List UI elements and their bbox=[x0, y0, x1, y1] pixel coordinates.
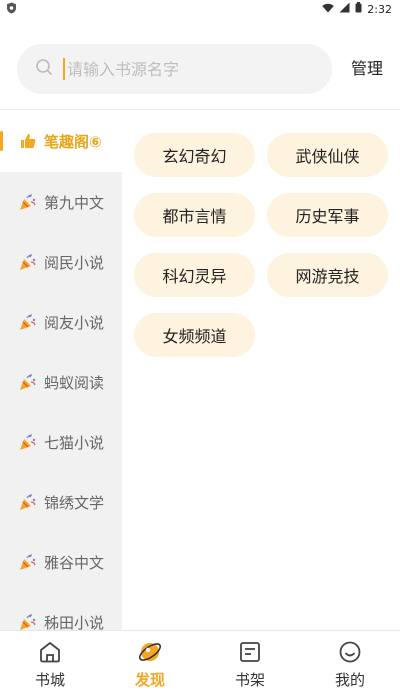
search-input[interactable] bbox=[63, 58, 303, 80]
party-popper-icon bbox=[18, 252, 38, 272]
status-time: 2:32 bbox=[367, 2, 392, 16]
sidebar-item-label: 阅民小说 bbox=[44, 253, 105, 272]
nav-label: 发现 bbox=[134, 671, 165, 689]
party-popper-icon bbox=[18, 312, 38, 332]
thumbs-up-icon bbox=[18, 131, 38, 151]
party-popper-icon bbox=[18, 192, 38, 212]
sidebar-item-label: 蚂蚁阅读 bbox=[44, 373, 105, 392]
party-popper-icon bbox=[18, 372, 38, 392]
profile-icon bbox=[337, 639, 363, 665]
sidebar-item-biquge[interactable]: 笔趣阁⑥ bbox=[0, 110, 122, 172]
sidebar-item-label: 阅友小说 bbox=[44, 313, 105, 332]
sidebar-item-mayi[interactable]: 蚂蚁阅读 bbox=[0, 352, 122, 412]
shield-icon bbox=[6, 2, 17, 17]
search-icon bbox=[35, 58, 53, 80]
sidebar-item-zitian[interactable]: 秭田小说 bbox=[0, 592, 122, 630]
signal-icon bbox=[339, 2, 350, 16]
home-icon bbox=[37, 639, 63, 665]
tag-nvpin[interactable]: 女频频道 bbox=[134, 313, 255, 357]
sidebar-item-yuemin[interactable]: 阅民小说 bbox=[0, 232, 122, 292]
sidebar-item-label: 七猫小说 bbox=[44, 433, 105, 452]
sidebar-item-jinxiu[interactable]: 锦绣文学 bbox=[0, 472, 122, 532]
status-bar: 2:32 bbox=[0, 0, 400, 18]
tag-kehuan[interactable]: 科幻灵异 bbox=[134, 253, 255, 297]
battery-icon bbox=[355, 2, 362, 16]
tag-xuanhuan[interactable]: 玄幻奇幻 bbox=[134, 133, 255, 177]
sidebar-item-label: 锦绣文学 bbox=[44, 493, 105, 512]
party-popper-icon bbox=[18, 552, 38, 572]
tag-wangyou[interactable]: 网游竞技 bbox=[267, 253, 388, 297]
nav-label: 书架 bbox=[234, 671, 265, 689]
bottom-nav: 书城 发现 书架 我的 bbox=[0, 630, 400, 700]
tag-lishi[interactable]: 历史军事 bbox=[267, 193, 388, 237]
tag-dushi[interactable]: 都市言情 bbox=[134, 193, 255, 237]
manage-button[interactable]: 管理 bbox=[344, 54, 390, 84]
discover-icon bbox=[137, 639, 163, 665]
nav-item-profile[interactable]: 我的 bbox=[300, 631, 400, 700]
tag-wuxia[interactable]: 武侠仙侠 bbox=[267, 133, 388, 177]
sidebar-item-label: 第九中文 bbox=[44, 193, 105, 212]
sidebar-item-yagu[interactable]: 雅谷中文 bbox=[0, 532, 122, 592]
sidebar-item-yueyou[interactable]: 阅友小说 bbox=[0, 292, 122, 352]
nav-item-discover[interactable]: 发现 bbox=[100, 631, 200, 700]
source-sidebar[interactable]: 笔趣阁⑥ 第九中文 阅民小说 阅友小说 蚂蚁阅读 七猫小说 锦绣文学 雅谷中文 … bbox=[0, 110, 122, 630]
sidebar-item-qimao[interactable]: 七猫小说 bbox=[0, 412, 122, 472]
nav-item-bookstore[interactable]: 书城 bbox=[0, 631, 100, 700]
sidebar-item-label: 雅谷中文 bbox=[44, 553, 105, 572]
party-popper-icon bbox=[18, 432, 38, 452]
party-popper-icon bbox=[18, 492, 38, 512]
nav-label: 我的 bbox=[334, 671, 365, 689]
party-popper-icon bbox=[18, 612, 38, 630]
search-row: 管理 bbox=[0, 40, 400, 98]
nav-label: 书城 bbox=[34, 671, 65, 689]
category-tags: 玄幻奇幻 武侠仙侠 都市言情 历史军事 科幻灵异 网游竞技 女频频道 bbox=[134, 133, 390, 357]
sidebar-item-label: 秭田小说 bbox=[44, 613, 105, 631]
nav-item-bookshelf[interactable]: 书架 bbox=[200, 631, 300, 700]
sidebar-item-label: 笔趣阁⑥ bbox=[44, 132, 102, 151]
sidebar-item-dijiu[interactable]: 第九中文 bbox=[0, 172, 122, 232]
bookshelf-icon bbox=[237, 639, 263, 665]
wifi-icon bbox=[322, 3, 335, 16]
search-box[interactable] bbox=[17, 44, 332, 94]
